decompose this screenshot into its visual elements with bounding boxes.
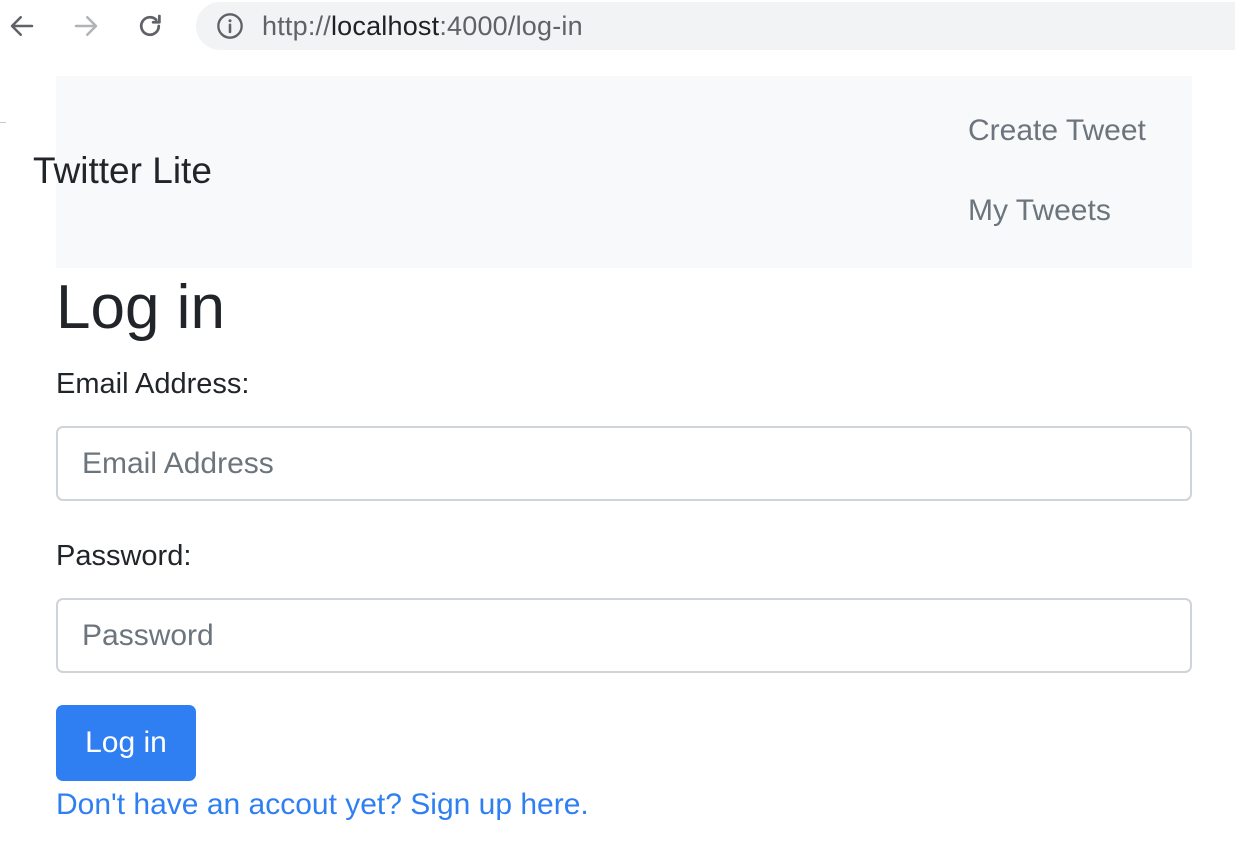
email-label: Email Address: xyxy=(56,368,250,400)
arrow-left-icon xyxy=(7,11,37,41)
signup-link[interactable]: Don't have an accout yet? Sign up here. xyxy=(56,788,589,822)
url-path: :4000/log-in xyxy=(439,10,583,41)
window-edge-mark xyxy=(0,122,6,123)
address-bar[interactable]: http://localhost:4000/log-in xyxy=(196,2,1235,50)
back-button[interactable] xyxy=(6,10,38,42)
info-icon[interactable] xyxy=(216,12,244,40)
reload-icon xyxy=(135,11,165,41)
url-host: localhost xyxy=(330,10,440,41)
email-input[interactable] xyxy=(56,426,1192,501)
login-button[interactable]: Log in xyxy=(56,705,196,781)
forward-button[interactable] xyxy=(70,10,102,42)
navbar-brand[interactable]: Twitter Lite xyxy=(33,150,212,192)
url-text: http://localhost:4000/log-in xyxy=(262,11,583,42)
nav-link-my-tweets[interactable]: My Tweets xyxy=(968,194,1111,228)
browser-toolbar: http://localhost:4000/log-in xyxy=(0,0,1235,54)
arrow-right-icon xyxy=(71,11,101,41)
nav-link-create-tweet[interactable]: Create Tweet xyxy=(968,114,1146,148)
password-label: Password: xyxy=(56,540,192,572)
app-navbar xyxy=(56,76,1192,268)
url-protocol: http:// xyxy=(262,10,331,41)
password-input[interactable] xyxy=(56,598,1192,673)
page-title: Log in xyxy=(56,273,225,342)
reload-button[interactable] xyxy=(134,10,166,42)
